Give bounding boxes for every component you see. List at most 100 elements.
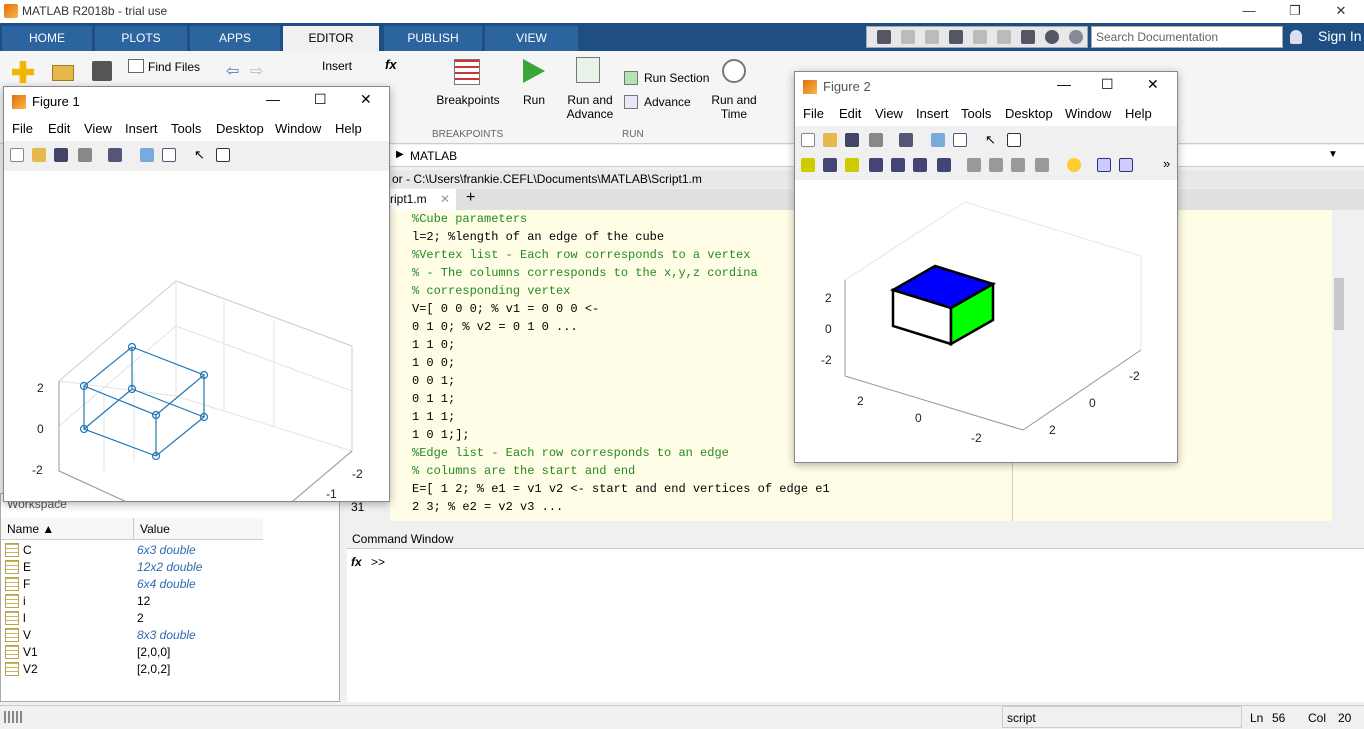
open-file-icon[interactable] xyxy=(32,148,46,162)
colorbar-icon[interactable] xyxy=(931,133,945,147)
menu-help[interactable]: Help xyxy=(335,121,362,136)
new-figure-icon[interactable] xyxy=(10,148,24,162)
print-icon[interactable] xyxy=(78,148,92,162)
workspace-row[interactable]: F 6x4 double xyxy=(1,576,339,593)
figure2-close-button[interactable]: ✕ xyxy=(1147,76,1159,93)
more-tools-icon[interactable]: » xyxy=(1163,156,1170,171)
tab-home[interactable]: HOME xyxy=(2,26,92,51)
walk-icon[interactable] xyxy=(1035,158,1049,172)
figure1-axes[interactable]: 2 0 -2 2 1 0 -1 -2 -2 -1 0 1 2 xyxy=(4,171,389,568)
undo-icon[interactable] xyxy=(973,30,987,44)
help-icon[interactable] xyxy=(1045,30,1059,44)
insert-label[interactable]: Insert xyxy=(322,59,352,73)
fx-icon[interactable]: fx xyxy=(385,57,397,72)
link-plot-icon[interactable] xyxy=(899,133,913,147)
menu-window[interactable]: Window xyxy=(275,121,321,136)
orbit-icon[interactable] xyxy=(967,158,981,172)
dropdown-icon[interactable]: ▼ xyxy=(1328,149,1338,160)
figure1-maximize-button[interactable]: ☐ xyxy=(314,91,327,108)
run-and-advance-button[interactable]: Run and Advance xyxy=(564,93,616,121)
zoom-out-icon[interactable] xyxy=(913,158,927,172)
run-and-time-button[interactable]: Run and Time xyxy=(708,93,760,121)
workspace-row[interactable]: i 12 xyxy=(1,593,339,610)
figure1-window[interactable]: Figure 1 — ☐ ✕ File Edit View Insert Too… xyxy=(3,86,390,568)
options-icon[interactable] xyxy=(1069,30,1083,44)
camera-icon[interactable] xyxy=(937,158,951,172)
maximize-button[interactable]: ❐ xyxy=(1272,0,1318,23)
menu-edit[interactable]: Edit xyxy=(48,121,70,136)
figure2-axes[interactable]: 2 0 -2 2 0 -2 -2 0 2 xyxy=(795,180,1177,462)
new-figure-icon[interactable] xyxy=(801,133,815,147)
tab-apps[interactable]: APPS xyxy=(190,26,280,51)
cut-icon[interactable] xyxy=(901,30,915,44)
save-figure-icon[interactable] xyxy=(845,133,859,147)
paste-icon[interactable] xyxy=(949,30,963,44)
stopwatch-icon[interactable] xyxy=(722,59,746,83)
run-section-icon[interactable] xyxy=(624,71,638,85)
open-folder-icon[interactable] xyxy=(52,65,74,81)
projection-icon[interactable] xyxy=(1097,158,1111,172)
add-tab-button[interactable]: + xyxy=(466,189,475,207)
tab-view[interactable]: VIEW xyxy=(485,26,578,51)
workspace-row[interactable]: E 12x2 double xyxy=(1,559,339,576)
run-icon[interactable] xyxy=(523,59,545,83)
menu-file[interactable]: File xyxy=(12,121,33,136)
run-and-advance-icon[interactable] xyxy=(576,57,600,83)
go-forward-icon[interactable]: ⇨ xyxy=(250,61,263,81)
menu-tools[interactable]: Tools xyxy=(961,106,991,121)
breakpoints-button[interactable]: Breakpoints xyxy=(436,93,500,107)
menu-desktop[interactable]: Desktop xyxy=(216,121,264,136)
link-plot-icon[interactable] xyxy=(108,148,122,162)
sign-in-link[interactable]: Sign In xyxy=(1318,28,1362,44)
menu-desktop[interactable]: Desktop xyxy=(1005,106,1053,121)
menu-edit[interactable]: Edit xyxy=(839,106,861,121)
rotate-icon[interactable] xyxy=(845,158,859,172)
menu-view[interactable]: View xyxy=(875,106,903,121)
menu-window[interactable]: Window xyxy=(1065,106,1111,121)
copy-icon[interactable] xyxy=(925,30,939,44)
save-figure-icon[interactable] xyxy=(54,148,68,162)
pointer-icon[interactable]: ↖ xyxy=(194,148,208,162)
tab-publish[interactable]: PUBLISH xyxy=(384,26,482,51)
search-documentation-input[interactable]: Search Documentation xyxy=(1091,26,1283,48)
bell-icon[interactable] xyxy=(1290,30,1302,44)
save-file-icon[interactable] xyxy=(92,61,112,81)
new-icon[interactable] xyxy=(12,61,34,83)
pointer-icon[interactable]: ↖ xyxy=(985,133,999,147)
column-value[interactable]: Value xyxy=(133,518,263,540)
menu-insert[interactable]: Insert xyxy=(916,106,949,121)
advance-button[interactable]: Advance xyxy=(644,95,691,109)
find-files-label[interactable]: Find Files xyxy=(148,60,200,74)
workspace-row[interactable]: V1 [2,0,0] xyxy=(1,644,339,661)
tab-editor[interactable]: EDITOR xyxy=(283,26,379,51)
data-cursor-icon[interactable] xyxy=(823,158,837,172)
scrollbar-thumb[interactable] xyxy=(1334,278,1344,330)
go-back-icon[interactable]: ⇦ xyxy=(226,61,239,81)
menu-help[interactable]: Help xyxy=(1125,106,1152,121)
close-button[interactable]: ✕ xyxy=(1318,0,1364,23)
column-name[interactable]: Name ▲ xyxy=(1,518,133,540)
print-icon[interactable] xyxy=(869,133,883,147)
menu-view[interactable]: View xyxy=(84,121,112,136)
pan-icon[interactable] xyxy=(869,158,883,172)
workspace-row[interactable]: V2 [2,0,2] xyxy=(1,661,339,678)
find-files-icon[interactable] xyxy=(128,59,144,73)
command-window[interactable]: fx >> xyxy=(347,549,1364,702)
workspace-row[interactable]: C 6x3 double xyxy=(1,542,339,559)
figure2-minimize-button[interactable]: — xyxy=(1057,76,1071,92)
zoom-in-icon[interactable] xyxy=(891,158,905,172)
breakpoints-icon[interactable] xyxy=(454,59,480,85)
light-icon[interactable] xyxy=(989,158,1003,172)
reset-view-icon[interactable] xyxy=(1119,158,1133,172)
figure1-close-button[interactable]: ✕ xyxy=(360,91,372,108)
minimize-button[interactable]: — xyxy=(1226,0,1272,23)
run-section-button[interactable]: Run Section xyxy=(644,71,709,85)
workspace-row[interactable]: V 8x3 double xyxy=(1,627,339,644)
open-file-icon[interactable] xyxy=(823,133,837,147)
colorbar-icon[interactable] xyxy=(140,148,154,162)
redo-icon[interactable] xyxy=(997,30,1011,44)
fx-icon[interactable]: fx xyxy=(351,555,362,569)
switch-windows-icon[interactable] xyxy=(1021,30,1035,44)
lightbulb-icon[interactable] xyxy=(1067,158,1081,172)
property-editor-icon[interactable] xyxy=(1007,133,1021,147)
